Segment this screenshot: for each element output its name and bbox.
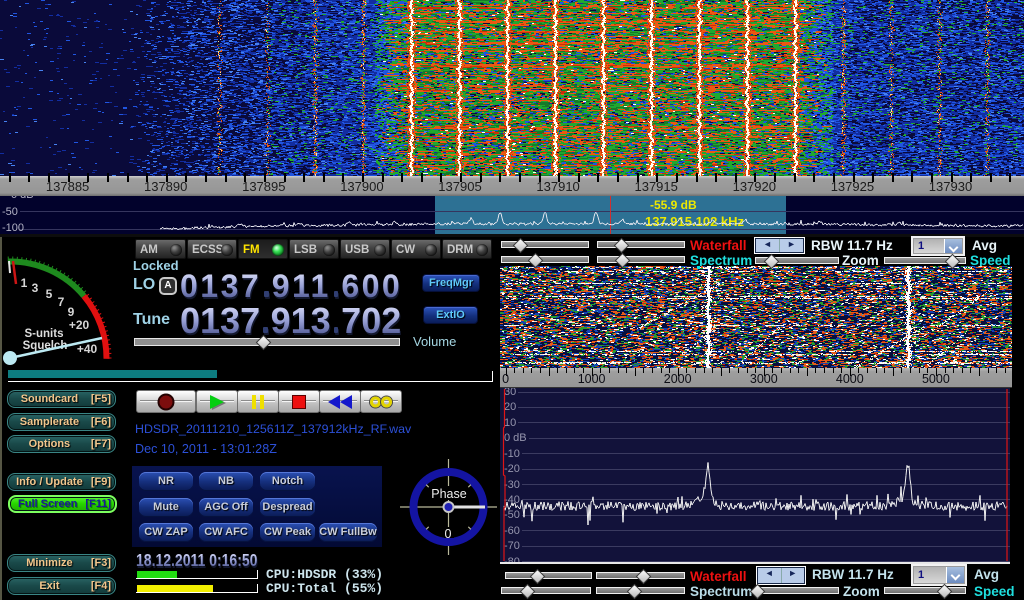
svg-text:0: 0 [445, 527, 452, 541]
svg-text:5: 5 [46, 287, 53, 301]
svg-text:Phase: Phase [431, 487, 466, 501]
svg-text:9: 9 [68, 305, 75, 319]
svg-text:7: 7 [58, 295, 65, 309]
svg-text:+20: +20 [69, 318, 90, 332]
svg-text:+40: +40 [77, 342, 98, 356]
svg-text:S-units: S-units [25, 328, 64, 340]
svg-text:3: 3 [32, 281, 39, 295]
svg-text:1: 1 [21, 276, 28, 290]
